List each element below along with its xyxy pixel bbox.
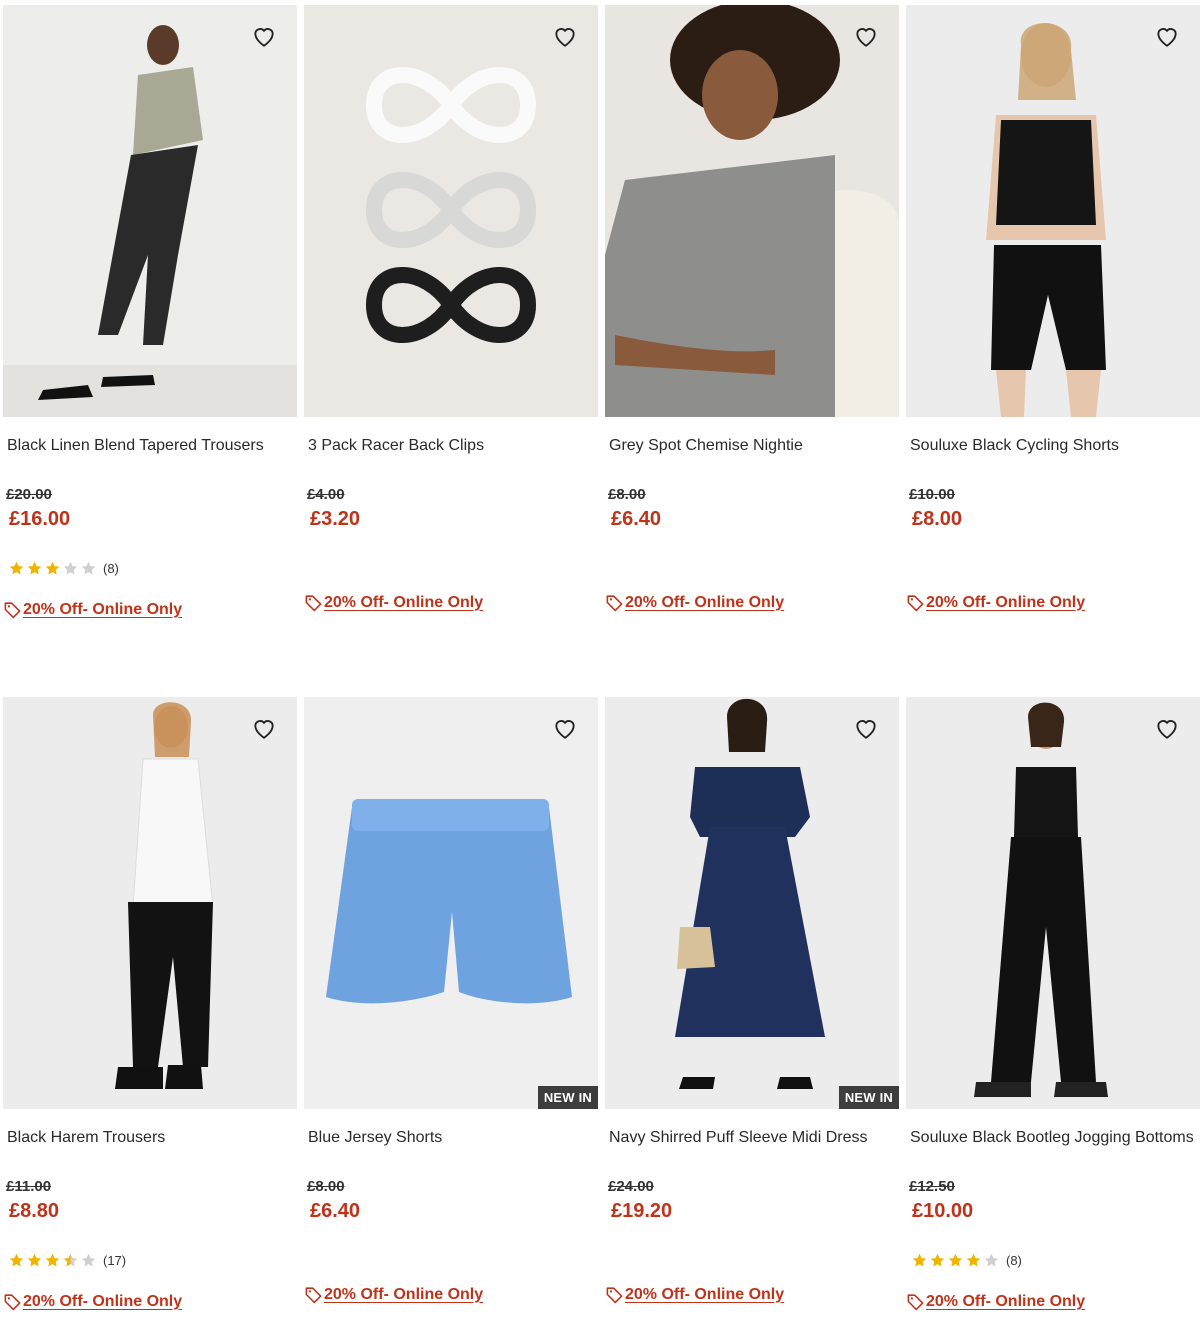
was-price: £8.00	[608, 486, 646, 503]
star-icon	[27, 561, 42, 575]
promo-link[interactable]: 20% Off- Online Only	[605, 1285, 784, 1304]
promo-text[interactable]: 20% Off- Online Only	[324, 594, 483, 612]
star-icon	[45, 561, 60, 575]
promo-text[interactable]: 20% Off- Online Only	[926, 1293, 1085, 1311]
promo-text[interactable]: 20% Off- Online Only	[23, 601, 182, 619]
wishlist-heart-icon[interactable]	[1154, 715, 1180, 741]
rating-stars	[911, 1252, 1000, 1269]
product-name[interactable]: Navy Shirred Puff Sleeve Midi Dress	[609, 1129, 899, 1147]
star-icon	[984, 1253, 999, 1267]
star-icon	[930, 1253, 945, 1267]
product-image[interactable]	[3, 697, 297, 1109]
was-price: £24.00	[608, 1178, 654, 1195]
product-name[interactable]: Black Linen Blend Tapered Trousers	[7, 437, 297, 455]
star-icon	[9, 561, 24, 575]
sale-price: £6.40	[611, 508, 662, 530]
star-icon	[63, 1253, 78, 1267]
rating-stars	[8, 560, 97, 577]
product-image[interactable]	[906, 697, 1200, 1109]
promo-link[interactable]: 20% Off- Online Only	[906, 1292, 1085, 1311]
product-name[interactable]: Souluxe Black Cycling Shorts	[910, 437, 1200, 455]
product-image[interactable]: NEW IN	[605, 697, 899, 1109]
promo-text[interactable]: 20% Off- Online Only	[324, 1286, 483, 1304]
promo-text[interactable]: 20% Off- Online Only	[926, 594, 1085, 612]
promo-text[interactable]: 20% Off- Online Only	[23, 1293, 182, 1311]
promo-link[interactable]: 20% Off- Online Only	[3, 600, 182, 619]
was-price: £8.00	[307, 1178, 345, 1195]
review-count: (8)	[1006, 1252, 1022, 1268]
star-icon	[948, 1253, 963, 1267]
price-tag-icon	[305, 595, 322, 612]
wishlist-heart-icon[interactable]	[251, 23, 277, 49]
promo-link[interactable]: 20% Off- Online Only	[3, 1292, 182, 1311]
sale-price: £6.40	[310, 1200, 361, 1222]
star-icon	[81, 1253, 96, 1267]
was-price: £10.00	[909, 486, 955, 503]
review-count: (8)	[103, 560, 119, 576]
product-image[interactable]	[906, 5, 1200, 417]
price-tag-icon	[907, 1294, 924, 1311]
price-tag-icon	[305, 1287, 322, 1304]
star-rating: (17)	[8, 1251, 126, 1269]
wishlist-heart-icon[interactable]	[251, 715, 277, 741]
star-icon	[45, 1253, 60, 1267]
rating-stars	[8, 1252, 97, 1269]
product-grid: Black Linen Blend Tapered Trousers £20.0…	[0, 0, 1200, 1319]
was-price: £11.00	[6, 1178, 52, 1195]
sale-price: £8.00	[912, 508, 963, 530]
wishlist-heart-icon[interactable]	[853, 23, 879, 49]
sale-price: £3.20	[310, 508, 361, 530]
star-icon	[27, 1253, 42, 1267]
star-icon	[81, 561, 96, 575]
promo-link[interactable]: 20% Off- Online Only	[906, 593, 1085, 612]
star-icon	[912, 1253, 927, 1267]
promo-link[interactable]: 20% Off- Online Only	[605, 593, 784, 612]
promo-link[interactable]: 20% Off- Online Only	[304, 593, 483, 612]
sale-price: £10.00	[912, 1200, 974, 1222]
price-tag-icon	[606, 595, 623, 612]
star-rating: (8)	[911, 1251, 1022, 1269]
sale-price: £19.20	[611, 1200, 673, 1222]
price-tag-icon	[907, 595, 924, 612]
wishlist-heart-icon[interactable]	[1154, 23, 1180, 49]
was-price: £20.00	[6, 486, 52, 503]
new-in-badge: NEW IN	[537, 1086, 598, 1109]
price-tag-icon	[4, 1294, 21, 1311]
was-price: £12.50	[909, 1178, 955, 1195]
star-rating: (8)	[8, 559, 119, 577]
product-name[interactable]: 3 Pack Racer Back Clips	[308, 437, 598, 455]
review-count: (17)	[103, 1252, 127, 1268]
product-name[interactable]: Grey Spot Chemise Nightie	[609, 437, 899, 455]
new-in-badge: NEW IN	[838, 1086, 899, 1109]
product-image[interactable]	[605, 5, 899, 417]
sale-price: £8.80	[9, 1200, 60, 1222]
sale-price: £16.00	[9, 508, 71, 530]
promo-text[interactable]: 20% Off- Online Only	[625, 594, 784, 612]
wishlist-heart-icon[interactable]	[552, 23, 578, 49]
product-image[interactable]	[3, 5, 297, 417]
promo-link[interactable]: 20% Off- Online Only	[304, 1285, 483, 1304]
wishlist-heart-icon[interactable]	[552, 715, 578, 741]
product-image[interactable]: NEW IN	[304, 697, 598, 1109]
price-tag-icon	[4, 602, 21, 619]
product-name[interactable]: Black Harem Trousers	[7, 1129, 297, 1147]
product-image[interactable]	[304, 5, 598, 417]
promo-text[interactable]: 20% Off- Online Only	[625, 1286, 784, 1304]
star-icon	[63, 561, 78, 575]
wishlist-heart-icon[interactable]	[853, 715, 879, 741]
product-name[interactable]: Souluxe Black Bootleg Jogging Bottoms	[910, 1129, 1200, 1147]
star-icon	[966, 1253, 981, 1267]
price-tag-icon	[606, 1287, 623, 1304]
star-icon	[9, 1253, 24, 1267]
was-price: £4.00	[307, 486, 345, 503]
product-name[interactable]: Blue Jersey Shorts	[308, 1129, 598, 1147]
